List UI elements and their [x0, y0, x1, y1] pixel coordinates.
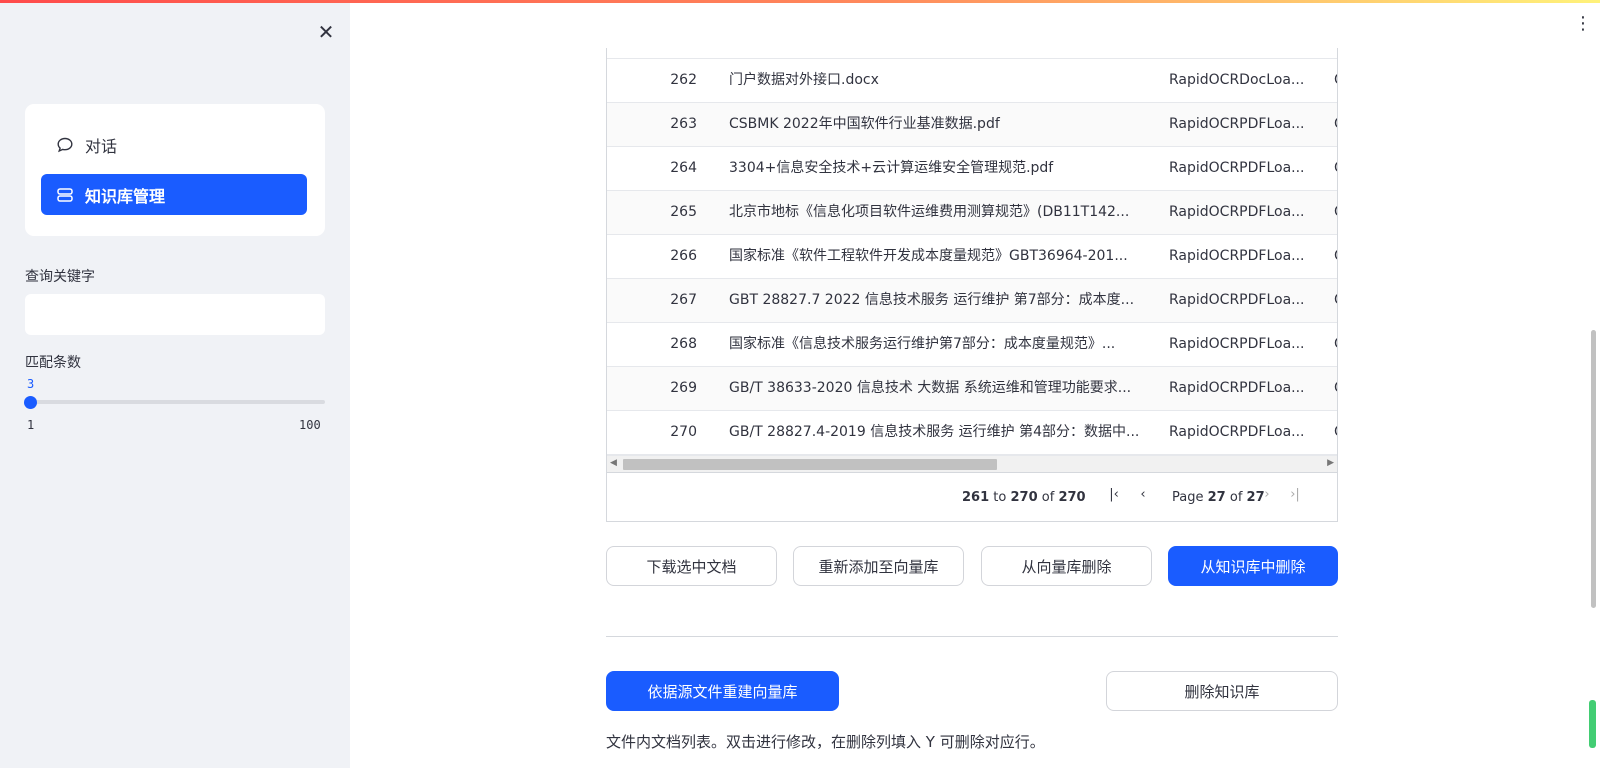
row-number: 266 [670, 248, 697, 264]
overflow-cell: C [1334, 411, 1337, 454]
document-name: 3304+信息安全技术+云计算运维安全管理规范.pdf [729, 160, 1054, 176]
document-name: GBT 28827.7 2022 信息技术服务 运行维护 第7部分：成本度... [729, 292, 1135, 308]
scrollbar-thumb[interactable] [623, 459, 997, 470]
overflow-cell: C [1334, 235, 1337, 278]
row-number: 265 [670, 204, 697, 220]
menu-item-label: 知识库管理 [85, 186, 166, 206]
overflow-cell: C [1334, 367, 1337, 410]
scroll-right-icon[interactable]: ▶ [1327, 458, 1334, 468]
chat-bubble-icon [55, 136, 75, 154]
loader-name: RapidOCRDocLoa... [1169, 72, 1305, 88]
remove-from-kb-button[interactable]: 从知识库中删除 [1168, 546, 1338, 586]
first-page-icon[interactable]: |‹ [1106, 487, 1122, 505]
divider [606, 636, 1338, 637]
document-name: 国家标准《信息技术服务运行维护第7部分：成本度量规范》... [729, 336, 1116, 352]
more-menu-icon[interactable]: ⋮ [1574, 14, 1592, 34]
menu-item-chat[interactable]: 对话 [41, 124, 307, 165]
table-caption: 文件内文档列表。双击进行修改，在删除列填入 Y 可删除对应行。 [606, 733, 1045, 751]
database-icon [55, 186, 75, 204]
menu-item-label: 对话 [85, 136, 118, 156]
loader-name: RapidOCRPDFLoa... [1169, 204, 1305, 220]
scroll-left-icon[interactable]: ◀ [610, 458, 617, 468]
table-row[interactable]: 267 GBT 28827.7 2022 信息技术服务 运行维护 第7部分：成本度… [607, 279, 1337, 323]
sidebar: ✕ 对话 知识库管理 查询关键字 匹配条数 3 1 100 [0, 3, 350, 768]
slider-min: 1 [27, 418, 35, 432]
slider-value: 3 [27, 377, 35, 391]
nav-menu: 对话 知识库管理 [25, 104, 325, 236]
row-number: 269 [670, 380, 697, 396]
overflow-cell: C [1334, 191, 1337, 234]
table-row[interactable]: 270 GB/T 28827.4-2019 信息技术服务 运行维护 第4部分：数据… [607, 411, 1337, 455]
document-name: 国家标准《软件工程软件开发成本度量规范》GBT36964-201... [729, 248, 1128, 264]
page-indicator: Page 27 of 27 [1172, 490, 1265, 505]
document-name: 门户数据对外接口.docx [729, 72, 879, 88]
next-page-icon[interactable]: › [1259, 487, 1275, 505]
row-number: 263 [670, 116, 697, 132]
overflow-cell: C [1334, 59, 1337, 102]
loader-name: RapidOCRPDFLoa... [1169, 380, 1305, 396]
remove-from-vector-button[interactable]: 从向量库删除 [981, 546, 1152, 586]
overflow-cell: C [1334, 147, 1337, 190]
overflow-cell: C [1334, 323, 1337, 366]
loader-name: RapidOCRPDFLoa... [1169, 116, 1305, 132]
table-row[interactable]: 263 CSBMK 2022年中国软件行业基准数据.pdf RapidOCRPDFL… [607, 103, 1337, 147]
table-row[interactable]: 264 3304+信息安全技术+云计算运维安全管理规范.pdf RapidOCRPD… [607, 147, 1337, 191]
pagination-bar: 261 to 270 of 270 |‹ ‹ Page 27 of 27 › ›… [607, 472, 1337, 521]
document-name: CSBMK 2022年中国软件行业基准数据.pdf [729, 116, 1000, 132]
overflow-cell: C [1334, 279, 1337, 322]
last-page-icon[interactable]: ›| [1287, 487, 1303, 505]
re-add-vector-button[interactable]: 重新添加至向量库 [793, 546, 964, 586]
document-name: 北京市地标《信息化项目软件运维费用测算规范》(DB11T142... [729, 204, 1130, 220]
status-indicator [1589, 700, 1596, 748]
row-summary: 261 to 270 of 270 [962, 490, 1086, 505]
download-selected-button[interactable]: 下载选中文档 [606, 546, 777, 586]
delete-kb-button[interactable]: 删除知识库 [1106, 671, 1338, 711]
loader-name: RapidOCRPDFLoa... [1169, 424, 1305, 440]
match-count-label: 匹配条数 [25, 355, 81, 371]
row-number: 268 [670, 336, 697, 352]
rebuild-vector-button[interactable]: 依据源文件重建向量库 [606, 671, 839, 711]
table-row[interactable]: 268 国家标准《信息技术服务运行维护第7部分：成本度量规范》... RapidOC… [607, 323, 1337, 367]
table-row[interactable]: 262 门户数据对外接口.docx RapidOCRDocLoa... C [607, 59, 1337, 103]
table-row[interactable]: 266 国家标准《软件工程软件开发成本度量规范》GBT36964-201... Ra… [607, 235, 1337, 279]
overflow-cell: C [1334, 103, 1337, 146]
slider-thumb[interactable] [24, 396, 37, 409]
loader-name: RapidOCRPDFLoa... [1169, 292, 1305, 308]
row-number: 262 [670, 72, 697, 88]
loader-name: RapidOCRPDFLoa... [1169, 160, 1305, 176]
loader-name: RapidOCRPDFLoa... [1169, 248, 1305, 264]
menu-item-knowledge-base[interactable]: 知识库管理 [41, 174, 307, 215]
slider-track[interactable] [31, 400, 325, 404]
horizontal-scrollbar[interactable]: ◀ ▶ [607, 455, 1337, 472]
document-name: GB/T 28827.4-2019 信息技术服务 运行维护 第4部分：数据中..… [729, 424, 1139, 440]
close-icon[interactable]: ✕ [315, 21, 337, 43]
slider-max: 100 [299, 418, 321, 432]
search-label: 查询关键字 [25, 269, 95, 285]
page-scrollbar[interactable] [1591, 330, 1596, 608]
search-input[interactable] [25, 294, 325, 335]
row-number: 267 [670, 292, 697, 308]
table-row[interactable]: 265 北京市地标《信息化项目软件运维费用测算规范》(DB11T142... Rap… [607, 191, 1337, 235]
document-table: 262 门户数据对外接口.docx RapidOCRDocLoa... C 263 CSB… [606, 48, 1338, 522]
loader-name: RapidOCRPDFLoa... [1169, 336, 1305, 352]
row-number: 264 [670, 160, 697, 176]
previous-page-icon[interactable]: ‹ [1135, 487, 1151, 505]
document-name: GB/T 38633-2020 信息技术 大数据 系统运维和管理功能要求... [729, 380, 1132, 396]
row-number: 270 [670, 424, 697, 440]
table-row[interactable]: 269 GB/T 38633-2020 信息技术 大数据 系统运维和管理功能要求.… [607, 367, 1337, 411]
